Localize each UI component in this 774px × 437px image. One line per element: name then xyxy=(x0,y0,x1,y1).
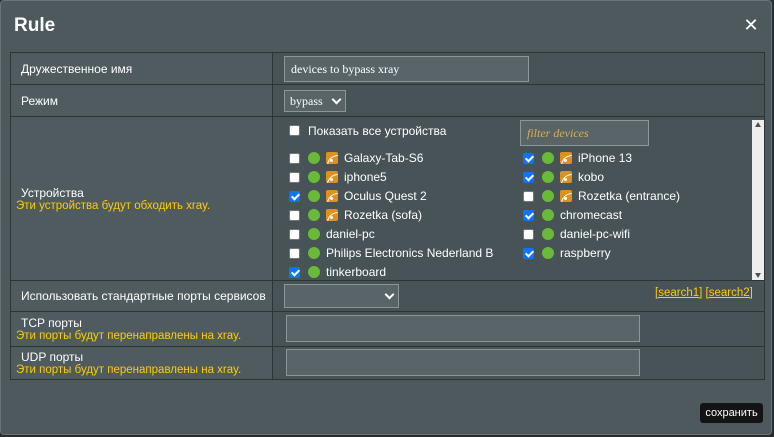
device-checkbox[interactable] xyxy=(523,229,534,240)
device-name: kobo xyxy=(578,170,605,184)
std-ports-label: Использовать стандартные порты сервисов xyxy=(10,280,273,312)
device-name: Philips Electronics Nederland B xyxy=(326,246,494,260)
device-checkbox[interactable] xyxy=(289,229,300,240)
device-name: Galaxy-Tab-S6 xyxy=(344,151,424,165)
status-dot-icon xyxy=(542,152,554,164)
save-button[interactable]: сохранить xyxy=(700,403,763,423)
device-name: tinkerboard xyxy=(326,265,387,279)
close-icon[interactable]: ✕ xyxy=(743,16,759,34)
devices-note: Эти устройства будут обходить xray. xyxy=(16,199,211,212)
search-links: [search1] [search2] xyxy=(655,287,753,299)
scroll-up-icon[interactable] xyxy=(755,122,761,127)
device-name: Oculus Quest 2 xyxy=(344,189,427,203)
device-name: daniel-pc xyxy=(326,227,375,241)
wifi-icon xyxy=(326,190,338,202)
wifi-icon xyxy=(560,171,572,183)
status-dot-icon xyxy=(308,247,320,259)
device-checkbox[interactable] xyxy=(289,210,300,221)
device-name: iphone5 xyxy=(344,170,387,184)
search1-link[interactable]: [search1] xyxy=(655,287,702,299)
device-checkbox[interactable] xyxy=(289,153,300,164)
mode-select-value: bypass xyxy=(290,94,323,108)
device-checkbox[interactable] xyxy=(523,210,534,221)
devices-scrollbar[interactable] xyxy=(752,120,764,280)
device-checkbox[interactable] xyxy=(289,248,300,259)
udp-ports-input[interactable] xyxy=(286,349,640,376)
friendly-name-label: Дружественное имя xyxy=(10,52,273,85)
dialog-title: Rule xyxy=(14,15,56,36)
chevron-down-icon xyxy=(331,94,342,105)
chevron-down-icon xyxy=(384,289,395,300)
wifi-icon xyxy=(326,171,338,183)
status-dot-icon xyxy=(308,152,320,164)
status-dot-icon xyxy=(308,209,320,221)
status-dot-icon xyxy=(308,228,320,240)
tcp-label: TCP порты xyxy=(21,316,82,330)
status-dot-icon xyxy=(542,171,554,183)
tcp-label-cell: TCP порты Эти порты будут перенаправлены… xyxy=(10,311,273,347)
std-ports-select[interactable] xyxy=(284,284,399,308)
status-dot-icon xyxy=(542,209,554,221)
status-dot-icon xyxy=(308,266,320,278)
udp-label-cell: UDP порты Эти порты будут перенаправлены… xyxy=(10,346,273,380)
device-name: Rozetka (sofa) xyxy=(344,208,423,222)
device-name: daniel-pc-wifi xyxy=(560,227,631,241)
show-all-checkbox[interactable] xyxy=(289,125,300,136)
device-checkbox[interactable] xyxy=(289,172,300,183)
status-dot-icon xyxy=(542,190,554,202)
filter-devices-input[interactable]: filter devices xyxy=(520,120,649,146)
device-name: raspberry xyxy=(560,246,611,260)
device-checkbox[interactable] xyxy=(523,191,534,202)
wifi-icon xyxy=(560,152,572,164)
status-dot-icon xyxy=(542,228,554,240)
wifi-icon xyxy=(326,152,338,164)
devices-label: Устройства xyxy=(21,185,84,200)
status-dot-icon xyxy=(308,171,320,183)
device-name: iPhone 13 xyxy=(578,151,633,165)
status-dot-icon xyxy=(308,190,320,202)
mode-label: Режим xyxy=(10,84,273,117)
udp-note: Эти порты будут перенаправлены на xray. xyxy=(16,364,242,376)
device-checkbox[interactable] xyxy=(523,153,534,164)
wifi-icon xyxy=(326,209,338,221)
device-name: chromecast xyxy=(560,208,623,222)
tcp-note: Эти порты будут перенаправлены на xray. xyxy=(16,330,242,342)
device-name: Rozetka (entrance) xyxy=(578,189,681,203)
scroll-down-icon[interactable] xyxy=(755,273,761,278)
device-checkbox[interactable] xyxy=(523,172,534,183)
search2-link[interactable]: [search2] xyxy=(706,287,753,299)
device-checkbox[interactable] xyxy=(289,191,300,202)
rule-dialog: Rule ✕ Дружественное имя devices to bypa… xyxy=(0,0,772,435)
devices-label-cell: Устройства Эти устройства будут обходить… xyxy=(10,116,273,281)
show-all-label: Показать все устройства xyxy=(308,124,447,138)
wifi-icon xyxy=(560,190,572,202)
status-dot-icon xyxy=(542,247,554,259)
tcp-ports-input[interactable] xyxy=(286,315,640,342)
udp-label: UDP порты xyxy=(21,350,84,364)
device-checkbox[interactable] xyxy=(289,267,300,278)
mode-select[interactable]: bypass xyxy=(284,90,346,112)
device-checkbox[interactable] xyxy=(523,248,534,259)
friendly-name-input[interactable]: devices to bypass xray xyxy=(284,56,529,82)
